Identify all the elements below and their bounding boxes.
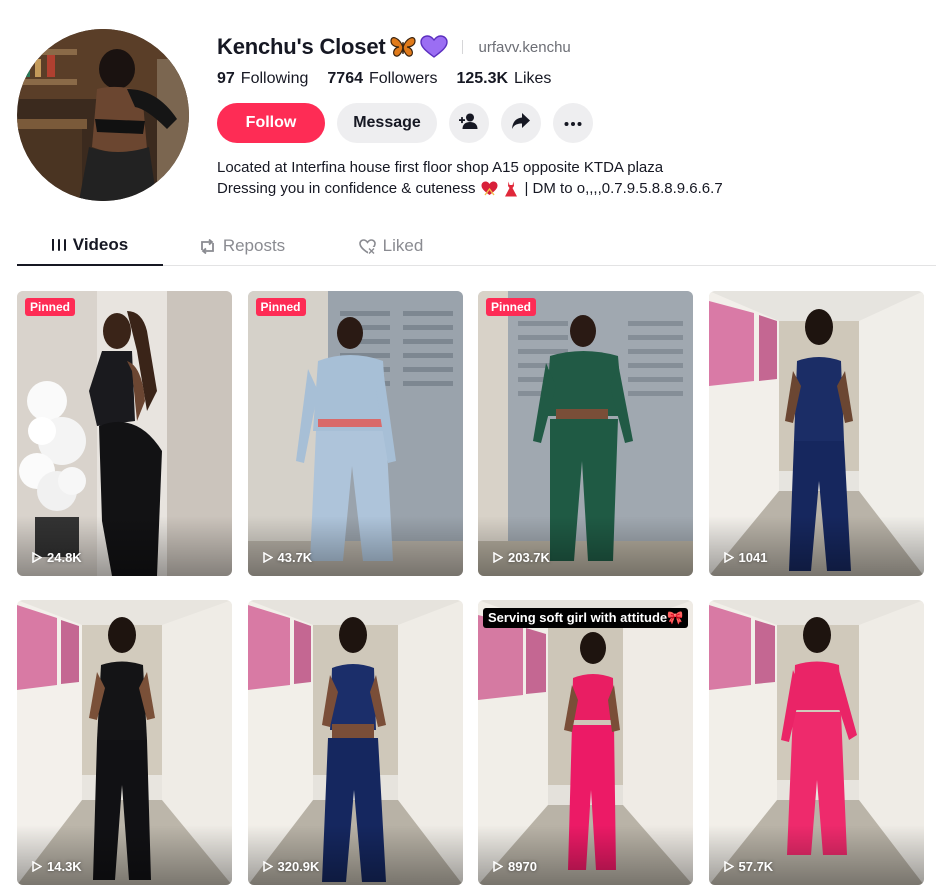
bio-line-1: Located at Interfina house first floor s… bbox=[217, 159, 664, 176]
view-count: 43.7K bbox=[262, 550, 313, 565]
play-icon bbox=[493, 552, 503, 563]
tab-videos-label: Videos bbox=[72, 235, 129, 254]
bio-contact: | DM to o,,,,0.7.9.5.8.8.9.6.6.7 bbox=[524, 180, 723, 197]
video-card[interactable]: 1041 bbox=[708, 291, 924, 576]
view-count: 1041 bbox=[723, 550, 768, 565]
name-divider bbox=[461, 40, 463, 54]
profile-actions: Follow Message bbox=[217, 103, 593, 143]
add-friend-button[interactable] bbox=[449, 103, 489, 143]
bio-text: Dressing you in confidence & cuteness bbox=[217, 180, 476, 197]
profile-header: Kenchu's Closet urfavv.kenchu bbox=[217, 31, 571, 63]
card-shade bbox=[478, 516, 693, 576]
bio-line-2: Dressing you in confidence & cuteness | … bbox=[217, 178, 723, 199]
card-shade bbox=[708, 825, 924, 885]
tab-reposts[interactable]: Reposts bbox=[163, 226, 321, 266]
video-card[interactable]: Pinned 43.7K bbox=[247, 291, 463, 576]
repost-icon bbox=[199, 238, 216, 254]
card-shade bbox=[478, 825, 693, 885]
follow-button[interactable]: Follow bbox=[217, 103, 325, 143]
share-icon bbox=[511, 111, 531, 136]
view-count-value: 24.8K bbox=[47, 550, 82, 565]
following-count: 97 bbox=[217, 70, 235, 87]
view-count: 8970 bbox=[493, 859, 537, 874]
view-count: 203.7K bbox=[493, 550, 550, 565]
view-count-value: 14.3K bbox=[47, 859, 82, 874]
heart-ribbon-icon bbox=[481, 181, 498, 196]
tab-reposts-label: Reposts bbox=[222, 236, 286, 255]
video-grid: Pinned 24.8K Pinned 43.7K Pinned 203.7K … bbox=[17, 291, 924, 885]
tab-videos[interactable]: Videos bbox=[17, 226, 163, 266]
tab-liked-label: Liked bbox=[382, 236, 424, 255]
play-icon bbox=[262, 861, 273, 872]
profile-avatar[interactable] bbox=[17, 29, 189, 201]
view-count: 14.3K bbox=[32, 859, 82, 874]
play-icon bbox=[32, 552, 42, 563]
message-button[interactable]: Message bbox=[337, 103, 437, 143]
more-options-button[interactable] bbox=[553, 103, 593, 143]
view-count-value: 203.7K bbox=[508, 550, 550, 565]
card-shade bbox=[17, 516, 232, 576]
followers-count: 7764 bbox=[327, 70, 363, 87]
pinned-badge: Pinned bbox=[486, 298, 537, 316]
play-icon bbox=[493, 861, 503, 872]
video-card[interactable]: 57.7K bbox=[708, 600, 924, 885]
play-icon bbox=[262, 552, 273, 563]
card-shade bbox=[247, 516, 463, 576]
profile-tabs: Videos Reposts Liked bbox=[17, 226, 936, 266]
more-icon bbox=[564, 114, 582, 132]
pinned-badge: Pinned bbox=[25, 298, 76, 316]
video-card[interactable]: Pinned 24.8K bbox=[17, 291, 232, 576]
video-caption: Serving soft girl with attitude🎀 bbox=[483, 608, 689, 628]
view-count: 24.8K bbox=[32, 550, 82, 565]
username: urfavv.kenchu bbox=[478, 38, 571, 56]
play-icon bbox=[723, 552, 734, 563]
card-shade bbox=[247, 825, 463, 885]
share-button[interactable] bbox=[501, 103, 541, 143]
video-card[interactable]: Serving soft girl with attitude🎀 8970 bbox=[478, 600, 693, 885]
view-count-value: 57.7K bbox=[738, 859, 774, 874]
followers-label: Followers bbox=[368, 70, 438, 87]
profile-stats: 97 Following 7764 Followers 125.3K Likes bbox=[217, 68, 570, 90]
likes-count: 125.3K bbox=[456, 70, 509, 87]
video-card[interactable]: 320.9K bbox=[247, 600, 463, 885]
followers-stat[interactable]: 7764 Followers bbox=[327, 70, 437, 88]
view-count: 320.9K bbox=[262, 859, 320, 874]
dress-icon bbox=[504, 181, 518, 197]
following-label: Following bbox=[240, 70, 309, 87]
following-stat[interactable]: 97 Following bbox=[217, 70, 308, 88]
play-icon bbox=[723, 861, 734, 872]
card-shade bbox=[708, 516, 924, 576]
add-user-icon bbox=[459, 111, 479, 136]
video-card[interactable]: 14.3K bbox=[17, 600, 232, 885]
profile-bio: Located at Interfina house first floor s… bbox=[217, 157, 723, 199]
pinned-badge: Pinned bbox=[255, 298, 306, 316]
likes-label: Likes bbox=[514, 70, 552, 87]
play-icon bbox=[32, 861, 42, 872]
butterfly-icon bbox=[389, 35, 417, 59]
purple-heart-icon bbox=[419, 35, 448, 59]
grid-icon bbox=[51, 239, 66, 251]
card-shade bbox=[17, 825, 232, 885]
view-count: 57.7K bbox=[723, 859, 774, 874]
tab-liked[interactable]: Liked bbox=[321, 226, 461, 266]
liked-heart-icon bbox=[358, 238, 376, 254]
view-count-value: 320.9K bbox=[277, 859, 320, 874]
video-card[interactable]: Pinned 203.7K bbox=[478, 291, 693, 576]
likes-stat: 125.3K Likes bbox=[456, 70, 551, 88]
display-name: Kenchu's Closet bbox=[217, 34, 386, 59]
view-count-value: 1041 bbox=[738, 550, 768, 565]
view-count-value: 8970 bbox=[508, 859, 537, 874]
view-count-value: 43.7K bbox=[277, 550, 313, 565]
